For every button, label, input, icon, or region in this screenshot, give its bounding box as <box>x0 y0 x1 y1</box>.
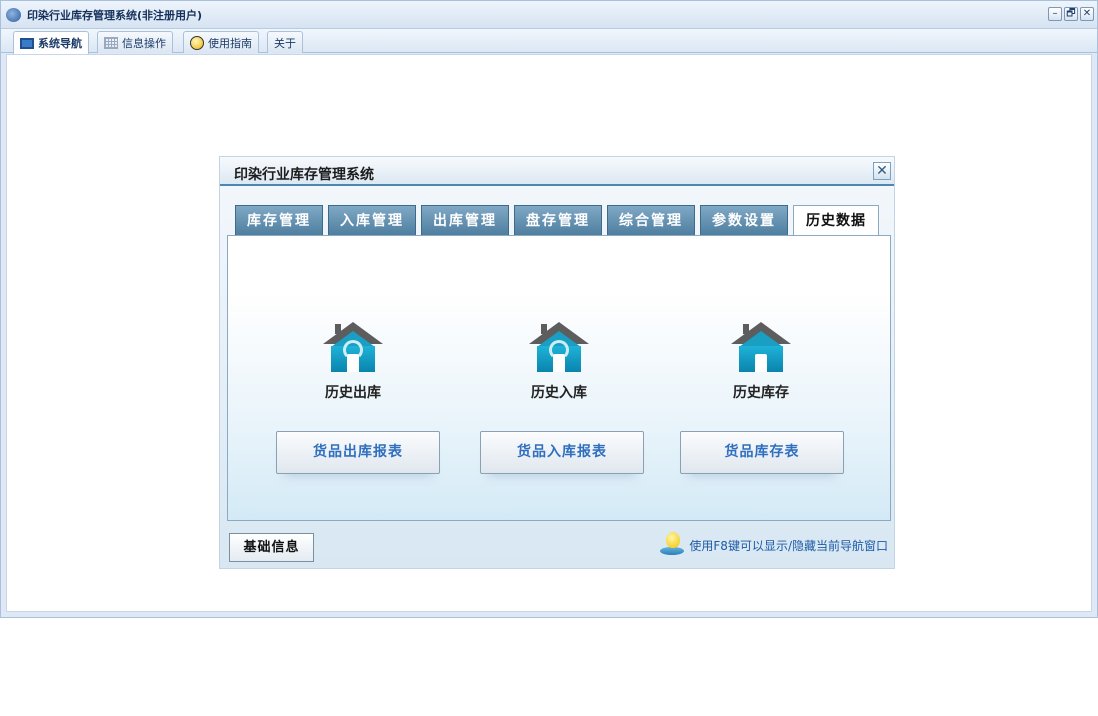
tab-inventory-mgmt[interactable]: 库存管理 <box>235 205 323 235</box>
minimize-button[interactable]: – <box>1048 7 1062 21</box>
dialog-title: 印染行业库存管理系统 <box>234 167 374 183</box>
help-icon <box>190 35 204 50</box>
feature-label: 历史入库 <box>531 385 587 401</box>
tab-info-ops[interactable]: 信息操作 <box>97 31 173 53</box>
house-icon <box>729 320 793 376</box>
app-logo-icon <box>6 8 21 22</box>
f8-hint: 使用F8键可以显示/隐藏当前导航窗口 <box>658 532 888 558</box>
window-controls: – 🗗 ✕ <box>1048 7 1094 21</box>
feature-history-inventory[interactable]: 历史库存 <box>691 320 831 402</box>
inventory-report-button[interactable]: 货品库存表 <box>680 431 844 474</box>
house-in-icon <box>527 320 591 376</box>
grid-icon <box>104 36 118 49</box>
tab-about[interactable]: 关于 <box>267 31 303 53</box>
tab-outbound-mgmt[interactable]: 出库管理 <box>421 205 509 235</box>
tab-label: 系统导航 <box>38 37 82 50</box>
feature-history-outbound[interactable]: 历史出库 <box>283 320 423 402</box>
tab-general-mgmt[interactable]: 综合管理 <box>607 205 695 235</box>
tab-system-nav[interactable]: 系统导航 <box>13 31 89 54</box>
monitor-icon <box>20 37 34 49</box>
dialog-close-button[interactable]: ✕ <box>873 162 891 180</box>
tab-label: 关于 <box>274 36 296 50</box>
feature-history-inbound[interactable]: 历史入库 <box>489 320 629 402</box>
inbound-report-button[interactable]: 货品入库报表 <box>480 431 644 474</box>
hint-text: 使用F8键可以显示/隐藏当前导航窗口 <box>689 538 888 553</box>
tab-inbound-mgmt[interactable]: 入库管理 <box>328 205 416 235</box>
main-toolbar: 系统导航 信息操作 使用指南 关于 <box>1 29 1097 54</box>
tab-parameter-settings[interactable]: 参数设置 <box>700 205 788 235</box>
feature-label: 历史库存 <box>733 385 789 401</box>
base-info-button[interactable]: 基础信息 <box>229 533 314 562</box>
history-data-panel: 历史出库 历史入库 历史库存 货品出库报表 货品入库报表 货品库存表 <box>227 235 891 521</box>
window-title: 印染行业库存管理系统(非注册用户) <box>27 9 203 22</box>
tab-label: 使用指南 <box>208 36 252 50</box>
lightbulb-icon <box>658 532 685 558</box>
navigation-dialog: 印染行业库存管理系统 ✕ 库存管理 入库管理 出库管理 盘存管理 综合管理 参数… <box>219 156 895 569</box>
dialog-header: 印染行业库存管理系统 ✕ <box>220 157 894 186</box>
outbound-report-button[interactable]: 货品出库报表 <box>276 431 440 474</box>
house-out-icon <box>321 320 385 376</box>
title-bar: 印染行业库存管理系统(非注册用户) – 🗗 ✕ <box>1 1 1097 29</box>
tab-label: 信息操作 <box>122 36 166 50</box>
tab-user-guide[interactable]: 使用指南 <box>183 31 259 53</box>
feature-label: 历史出库 <box>325 385 381 401</box>
tab-stocktake-mgmt[interactable]: 盘存管理 <box>514 205 602 235</box>
restore-button[interactable]: 🗗 <box>1064 7 1078 21</box>
tab-history-data[interactable]: 历史数据 <box>793 205 879 236</box>
close-button[interactable]: ✕ <box>1080 7 1094 21</box>
